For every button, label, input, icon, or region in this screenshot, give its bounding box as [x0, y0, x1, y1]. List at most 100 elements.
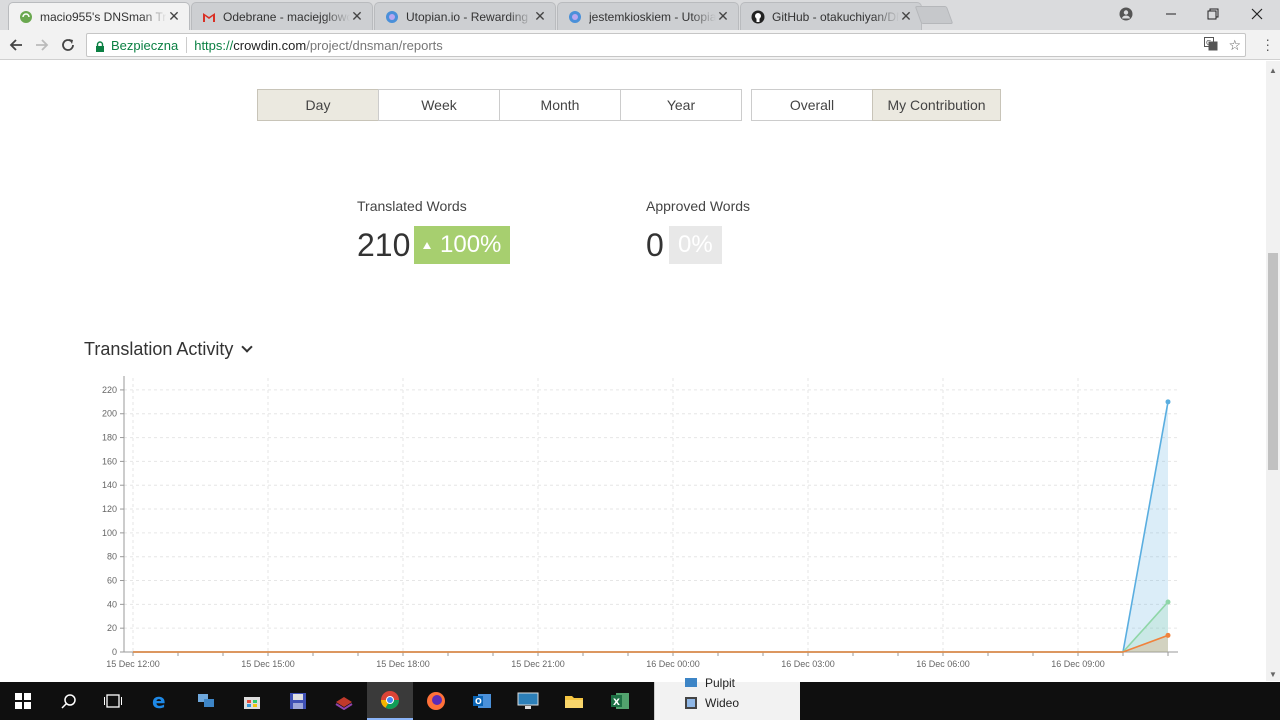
profile-icon[interactable] — [1104, 0, 1148, 28]
restore-icon[interactable] — [1191, 0, 1235, 28]
jump-list-popup: Pulpit Wideo — [654, 676, 800, 720]
firefox-icon[interactable] — [413, 682, 459, 720]
books-icon[interactable] — [321, 682, 367, 720]
y-tick-label: 60 — [107, 576, 117, 586]
approved-change-value: 0% — [678, 231, 713, 258]
translated-words-label: Translated Words — [357, 198, 467, 214]
chevron-down-icon — [241, 341, 254, 353]
gmail-icon — [202, 10, 216, 24]
explorer-icon[interactable] — [551, 682, 597, 720]
close-icon[interactable]: ✕ — [533, 8, 547, 25]
series-point-1 — [1165, 599, 1171, 605]
arrow-up-icon — [423, 241, 431, 249]
divider — [186, 37, 188, 53]
series-point-0 — [1165, 399, 1171, 405]
save-icon[interactable] — [275, 682, 321, 720]
jump-list-item[interactable]: Wideo — [685, 696, 739, 710]
browser-toolbar: Bezpieczna https://crowdin.com/project/d… — [0, 30, 1280, 60]
search-icon[interactable] — [46, 682, 92, 720]
minimize-icon[interactable] — [1149, 0, 1193, 28]
url-protocol: https:// — [194, 37, 234, 53]
x-tick-label: 15 Dec 18:00 — [376, 659, 430, 669]
menu-icon[interactable]: · · · — [1265, 32, 1270, 56]
reports-page: Day Week Month Year Overall My Contribut… — [0, 61, 1266, 681]
y-tick-label: 40 — [107, 599, 117, 609]
tab-title: Odebrane - maciejglowc — [223, 9, 350, 24]
outlook-icon[interactable]: O — [459, 682, 505, 720]
approved-words-value: 0 — [646, 227, 664, 263]
x-tick-label: 16 Dec 06:00 — [916, 659, 970, 669]
y-tick-label: 20 — [107, 623, 117, 633]
close-icon[interactable]: ✕ — [167, 8, 181, 25]
series-line-0 — [133, 401, 1169, 653]
jump-list-label: Pulpit — [705, 676, 736, 690]
tab-year[interactable]: Year — [620, 89, 742, 121]
close-icon[interactable]: ✕ — [716, 8, 730, 25]
y-tick-label: 220 — [102, 385, 117, 395]
desktop-icon[interactable] — [505, 682, 551, 720]
x-tick-label: 16 Dec 00:00 — [646, 659, 700, 669]
tab-week[interactable]: Week — [378, 89, 500, 121]
github-icon — [751, 10, 765, 24]
x-tick-label: 16 Dec 09:00 — [1051, 659, 1105, 669]
video-folder-icon — [685, 697, 697, 709]
bookmark-star-icon[interactable]: ☆ — [1228, 37, 1241, 54]
scroll-up-icon[interactable]: ▲ — [1266, 63, 1280, 77]
y-tick-label: 120 — [102, 504, 117, 514]
reload-icon[interactable] — [56, 34, 80, 56]
windows-taskbar: e O X — [0, 682, 1280, 720]
tab-overall[interactable]: Overall — [751, 89, 873, 121]
tab-day[interactable]: Day — [257, 89, 379, 121]
start-icon[interactable] — [0, 682, 46, 720]
network-icon[interactable] — [183, 682, 229, 720]
back-icon[interactable] — [4, 34, 28, 56]
tab-month[interactable]: Month — [499, 89, 621, 121]
address-bar[interactable]: Bezpieczna https://crowdin.com/project/d… — [86, 33, 1246, 57]
edge-icon[interactable]: e — [137, 682, 183, 720]
y-tick-label: 100 — [102, 528, 117, 538]
url-path: /project/dnsman/reports — [306, 37, 443, 53]
y-tick-label: 0 — [112, 647, 117, 657]
browser-tab-github[interactable]: GitHub - otakuchiyan/DN ✕ — [740, 2, 922, 30]
y-tick-label: 200 — [102, 409, 117, 419]
close-icon[interactable]: ✕ — [350, 8, 364, 25]
browser-tab-gmail[interactable]: Odebrane - maciejglowc ✕ — [191, 2, 373, 30]
task-view-icon[interactable] — [90, 682, 136, 720]
chrome-icon[interactable] — [367, 682, 413, 720]
y-tick-label: 180 — [102, 433, 117, 443]
series-area-0 — [133, 401, 1168, 652]
browser-tab-utopian[interactable]: Utopian.io - Rewarding C ✕ — [374, 2, 556, 30]
tab-my-contribution[interactable]: My Contribution — [872, 89, 1001, 121]
scope-tabs: Overall My Contribution — [751, 89, 1001, 121]
browser-tabstrip: macio955's DNSman Tra ✕ Odebrane - macie… — [0, 0, 1280, 30]
lock-icon — [95, 40, 105, 52]
translated-words-value: 210 — [357, 227, 411, 263]
approved-words-label: Approved Words — [646, 198, 751, 214]
new-tab-button[interactable] — [914, 6, 954, 24]
tab-title: Utopian.io - Rewarding C — [406, 9, 533, 24]
scroll-down-icon[interactable]: ▼ — [1266, 667, 1280, 681]
section-title: Translation Activity — [84, 339, 234, 359]
scrollbar-thumb[interactable] — [1268, 253, 1278, 470]
browser-tab-crowdin[interactable]: macio955's DNSman Tra ✕ — [8, 2, 190, 30]
excel-icon[interactable]: X — [597, 682, 643, 720]
x-tick-label: 15 Dec 12:00 — [106, 659, 160, 669]
translation-activity-chart: 0 20 40 60 80 100 120 140 160 180 200 220 15 Dec 12:… — [102, 376, 1178, 669]
y-tick-label: 160 — [102, 456, 117, 466]
store-icon[interactable] — [229, 682, 275, 720]
browser-tab-utopian-2[interactable]: jestemkioskiem - Utopia ✕ — [557, 2, 739, 30]
crowdin-icon — [19, 10, 33, 24]
series-area-1 — [133, 601, 1168, 652]
x-tick-label: 15 Dec 21:00 — [511, 659, 565, 669]
utopian-icon — [568, 10, 582, 24]
translation-activity-dropdown[interactable]: Translation Activity — [84, 339, 254, 360]
close-icon[interactable]: ✕ — [899, 8, 913, 25]
close-window-icon[interactable] — [1235, 0, 1279, 28]
forward-icon[interactable] — [30, 34, 54, 56]
jump-list-item[interactable]: Pulpit — [685, 676, 735, 690]
series-line-2 — [133, 634, 1169, 653]
translated-change-value: 100% — [440, 231, 502, 258]
svg-text:e: e — [152, 691, 166, 711]
secure-label: Bezpieczna — [111, 37, 179, 53]
translate-icon[interactable]: G — [1204, 37, 1218, 54]
